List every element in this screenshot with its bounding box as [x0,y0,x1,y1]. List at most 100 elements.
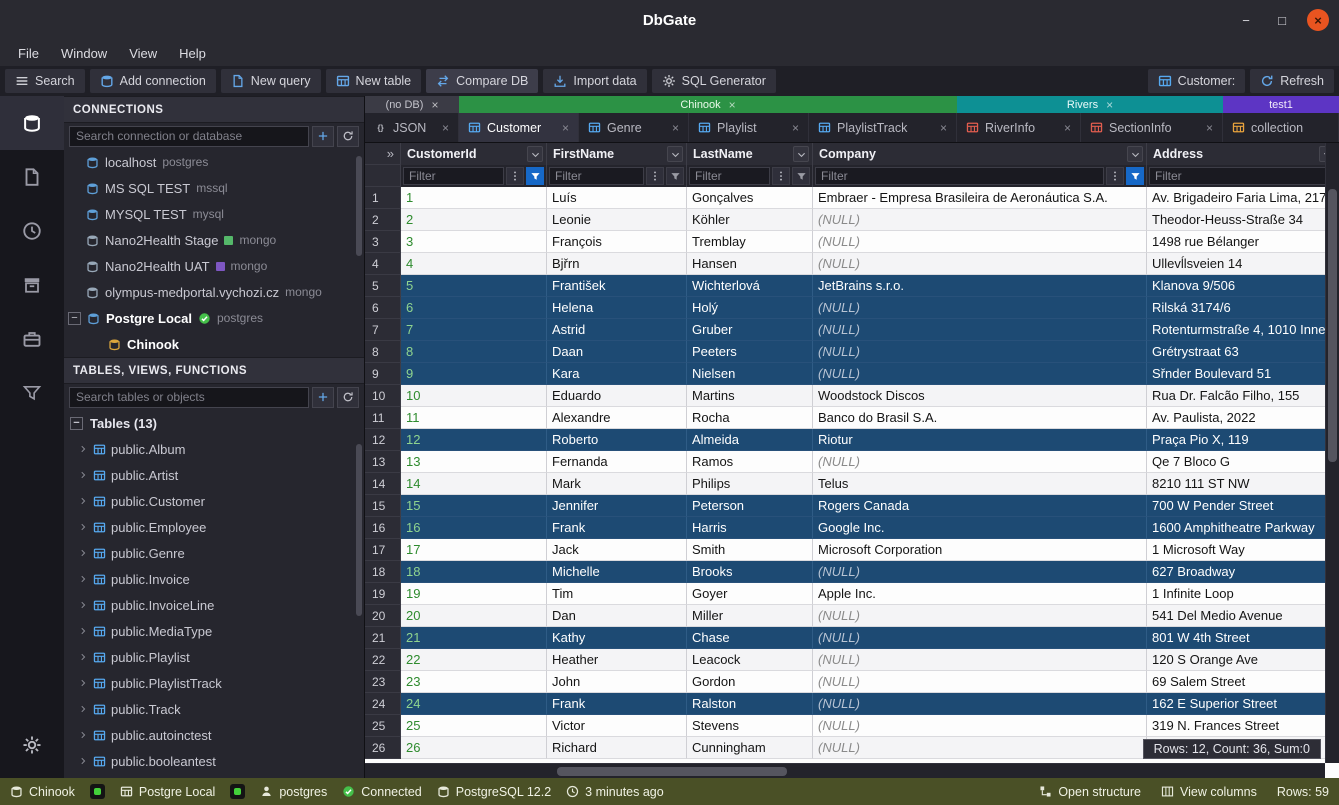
expand-icon[interactable] [78,754,88,769]
cell-company[interactable]: (NULL) [813,231,1147,253]
cell-address[interactable]: 319 N. Frances Street [1147,715,1339,737]
cell-customerid[interactable]: 24 [401,693,547,715]
cell-lastname[interactable]: Stevens [687,715,813,737]
cell-address[interactable]: 627 Broadway [1147,561,1339,583]
cell-company[interactable]: (NULL) [813,451,1147,473]
filter-menu-button[interactable] [506,167,524,185]
cell-firstname[interactable]: Dan [547,605,687,627]
cell-firstname[interactable]: Eduardo [547,385,687,407]
cell-firstname[interactable]: František [547,275,687,297]
minimize-button[interactable]: − [1235,9,1257,31]
row-number[interactable]: 5 [365,275,401,297]
menu-help[interactable]: Help [169,43,216,64]
connections-search-input[interactable] [69,126,309,147]
filter-funnel-button[interactable] [792,167,810,185]
sidebar-file-button[interactable] [0,150,64,204]
expand-icon[interactable] [78,598,88,613]
toolbar-button-new-table[interactable]: New table [326,69,422,93]
cell-company[interactable]: (NULL) [813,363,1147,385]
cell-company[interactable]: (NULL) [813,605,1147,627]
table-item-public-invoice[interactable]: public.Invoice [64,566,364,592]
row-number[interactable]: 24 [365,693,401,715]
collapse-icon[interactable]: − [70,417,83,430]
cell-lastname[interactable]: Smith [687,539,813,561]
grid-row[interactable]: 2121KathyChase(NULL)801 W 4th Street [365,627,1339,649]
sidebar-briefcase-button[interactable] [0,312,64,366]
db-group-tab-rivers[interactable]: Rivers× [957,96,1223,113]
cell-customerid[interactable]: 16 [401,517,547,539]
close-icon[interactable]: × [431,98,438,112]
column-header-customerid[interactable]: CustomerId [401,143,547,165]
cell-company[interactable]: Telus [813,473,1147,495]
add-table-mini-button[interactable] [312,387,334,408]
connection-item-mysql-test[interactable]: MYSQL TESTmysql [64,201,364,227]
cell-customerid[interactable]: 4 [401,253,547,275]
column-dropdown-button[interactable] [527,146,543,162]
row-number[interactable]: 12 [365,429,401,451]
cell-lastname[interactable]: Miller [687,605,813,627]
grid-row[interactable]: 2323JohnGordon(NULL)69 Salem Street [365,671,1339,693]
cell-company[interactable]: (NULL) [813,671,1147,693]
row-number[interactable]: 1 [365,187,401,209]
cell-lastname[interactable]: Peeters [687,341,813,363]
cell-firstname[interactable]: François [547,231,687,253]
row-number[interactable]: 6 [365,297,401,319]
db-group-tab-no-db[interactable]: (no DB)× [365,96,459,113]
cell-customerid[interactable]: 23 [401,671,547,693]
cell-address[interactable]: Rua Dr. Falcão Filho, 155 [1147,385,1339,407]
tab-genre[interactable]: Genre× [579,113,689,142]
cell-address[interactable]: 1498 rue Bélanger [1147,231,1339,253]
grid-row[interactable]: 1515JenniferPetersonRogers Canada700 W P… [365,495,1339,517]
row-number[interactable]: 23 [365,671,401,693]
cell-lastname[interactable]: Peterson [687,495,813,517]
cell-lastname[interactable]: Ralston [687,693,813,715]
cell-lastname[interactable]: Cunningham [687,737,813,759]
cell-company[interactable]: (NULL) [813,561,1147,583]
cell-company[interactable]: (NULL) [813,627,1147,649]
cell-company[interactable]: (NULL) [813,319,1147,341]
sidebar-archive-button[interactable] [0,258,64,312]
cell-firstname[interactable]: Jack [547,539,687,561]
connection-item-ms-sql-test[interactable]: MS SQL TESTmssql [64,175,364,201]
cell-address[interactable]: Klanova 9/506 [1147,275,1339,297]
row-number[interactable]: 18 [365,561,401,583]
cell-customerid[interactable]: 18 [401,561,547,583]
maximize-button[interactable]: □ [1271,9,1293,31]
cell-customerid[interactable]: 11 [401,407,547,429]
tables-group-row[interactable]: − Tables (13) [64,410,364,436]
tab-playlisttrack[interactable]: PlaylistTrack× [809,113,957,142]
tab-json[interactable]: {}JSON× [365,113,459,142]
table-item-public-booleantest[interactable]: public.booleantest [64,748,364,774]
cell-lastname[interactable]: Rocha [687,407,813,429]
cell-address[interactable]: Av. Paulista, 2022 [1147,407,1339,429]
filter-input-lastname[interactable] [689,167,770,185]
cell-lastname[interactable]: Nielsen [687,363,813,385]
grid-row[interactable]: 99KaraNielsen(NULL)Sřnder Boulevard 51 [365,363,1339,385]
expand-icon[interactable] [78,728,88,743]
status-view-columns[interactable]: View columns [1161,785,1257,799]
filter-menu-button[interactable] [646,167,664,185]
cell-customerid[interactable]: 8 [401,341,547,363]
grid-row[interactable]: 2020DanMiller(NULL)541 Del Medio Avenue [365,605,1339,627]
expand-icon[interactable] [78,494,88,509]
status-open-structure[interactable]: Open structure [1039,785,1141,799]
row-number[interactable]: 9 [365,363,401,385]
grid-row[interactable]: 55FrantišekWichterlováJetBrains s.r.o.Kl… [365,275,1339,297]
grid-row[interactable]: 44BjřrnHansen(NULL)Ullevĺlsveien 14 [365,253,1339,275]
status-rows-59[interactable]: Rows: 59 [1277,785,1329,799]
column-dropdown-button[interactable] [667,146,683,162]
cell-lastname[interactable]: Ramos [687,451,813,473]
cell-address[interactable]: 801 W 4th Street [1147,627,1339,649]
cell-lastname[interactable]: Harris [687,517,813,539]
filter-input-customerid[interactable] [403,167,504,185]
tab-close-icon[interactable]: × [442,121,449,135]
cell-customerid[interactable]: 2 [401,209,547,231]
cell-firstname[interactable]: Helena [547,297,687,319]
table-item-public-playlist[interactable]: public.Playlist [64,644,364,670]
grid-row[interactable]: 2222HeatherLeacock(NULL)120 S Orange Ave [365,649,1339,671]
expand-icon[interactable] [78,468,88,483]
toolbar-button-import-data[interactable]: Import data [543,69,646,93]
tab-close-icon[interactable]: × [792,121,799,135]
cell-address[interactable]: Rilská 3174/6 [1147,297,1339,319]
cell-firstname[interactable]: Kathy [547,627,687,649]
